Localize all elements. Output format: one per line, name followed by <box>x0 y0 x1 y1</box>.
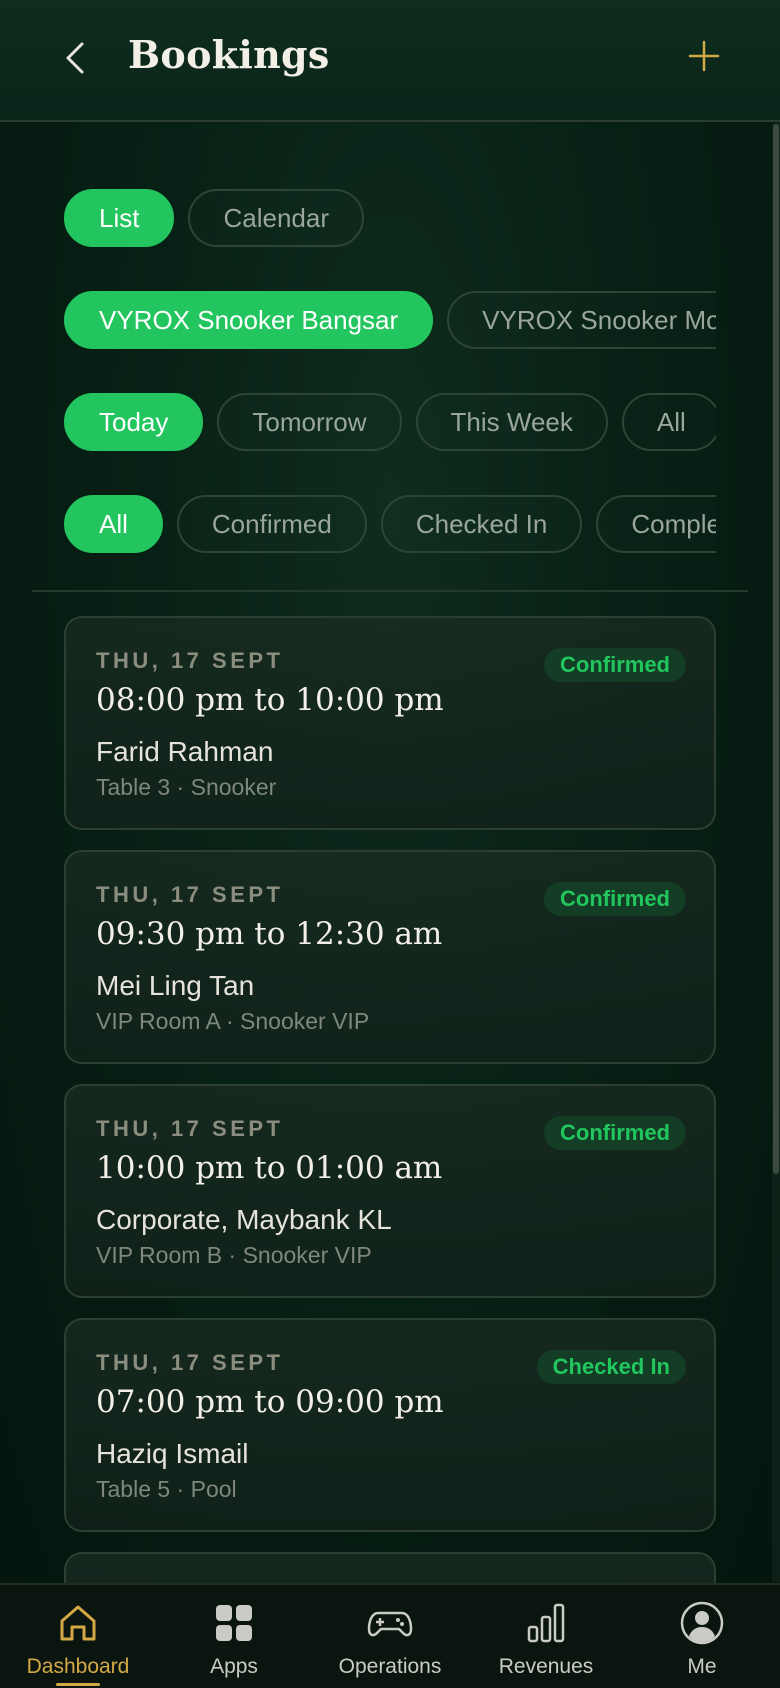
active-indicator <box>56 1683 100 1686</box>
booking-detail: VIP Room B · Snooker VIP <box>96 1242 372 1268</box>
booking-time: 09:30 pm to 12:30 am <box>96 916 443 952</box>
status-badge: Confirmed <box>544 882 686 916</box>
status-badge: Checked In <box>536 1350 686 1384</box>
booking-time: 08:00 pm to 10:00 pm <box>96 682 444 718</box>
back-button[interactable] <box>56 36 96 80</box>
booking-customer: Corporate, Maybank KL <box>96 1204 392 1235</box>
view-list-chip[interactable]: List <box>64 189 175 247</box>
booking-customer: Farid Rahman <box>96 736 274 767</box>
bar-chart-icon <box>527 1603 565 1643</box>
booking-detail: Table 3 · Snooker <box>96 774 277 800</box>
date-chip-tomorrow[interactable]: Tomorrow <box>217 393 402 451</box>
top-bar: Bookings <box>0 0 780 122</box>
venue-chip-bangsar[interactable]: VYROX Snooker Bangsar <box>64 291 434 349</box>
status-chip-checked-in[interactable]: Checked In <box>380 495 583 553</box>
plus-icon <box>688 40 720 72</box>
nav-dashboard[interactable]: Dashboard <box>0 1585 156 1688</box>
date-chip-all[interactable]: All <box>621 393 716 451</box>
booking-card[interactable]: THU, 17 SEPT 09:30 pm to 12:30 am Mei Li… <box>64 850 716 1064</box>
nav-label: Operations <box>338 1655 442 1678</box>
home-icon <box>60 1605 96 1641</box>
venue-filter-row: VYROX Snooker BangsarVYROX Snooker Mont … <box>64 291 716 351</box>
bottom-nav: Dashboard Apps Operations Revenues Me <box>0 1583 780 1688</box>
gamepad-icon <box>367 1611 413 1637</box>
page-title: Bookings <box>128 32 330 77</box>
apps-grid-icon <box>216 1605 252 1641</box>
chevron-left-icon <box>66 42 84 74</box>
nav-label: Revenues <box>498 1655 594 1678</box>
booking-date: THU, 17 SEPT <box>96 1350 284 1375</box>
nav-me[interactable]: Me <box>624 1585 780 1688</box>
status-chip-all[interactable]: All <box>64 495 163 553</box>
booking-detail: Table 5 · Pool <box>96 1476 237 1502</box>
booking-date: THU, 17 SEPT <box>96 882 284 907</box>
user-circle-icon <box>680 1601 724 1645</box>
status-chip-completed[interactable]: Completed <box>596 495 716 553</box>
booking-card[interactable]: THU, 17 SEPT 08:00 pm to 10:00 pm Farid … <box>64 616 716 830</box>
add-booking-button[interactable] <box>686 38 722 74</box>
booking-customer: Haziq Ismail <box>96 1438 249 1469</box>
status-filter-row: AllConfirmedChecked InCompleted <box>64 495 716 555</box>
booking-card[interactable]: THU, 17 SEPT 07:00 pm to 09:00 pm Haziq … <box>64 1318 716 1532</box>
booking-date: THU, 17 SEPT <box>96 648 284 673</box>
status-chip-confirmed[interactable]: Confirmed <box>176 495 367 553</box>
view-calendar-chip[interactable]: Calendar <box>188 189 364 247</box>
booking-customer: Mei Ling Tan <box>96 970 255 1001</box>
nav-apps[interactable]: Apps <box>156 1585 312 1688</box>
booking-detail: VIP Room A · Snooker VIP <box>96 1008 370 1034</box>
status-badge: Confirmed <box>544 648 686 682</box>
nav-label: Apps <box>210 1655 258 1678</box>
nav-label: Me <box>687 1655 717 1678</box>
nav-revenues[interactable]: Revenues <box>468 1585 624 1688</box>
nav-operations[interactable]: Operations <box>312 1585 468 1688</box>
filter-divider <box>32 590 748 592</box>
bookings-screen: Bookings List Calendar VYROX Snooker Bang… <box>0 0 780 1688</box>
booking-time: 07:00 pm to 09:00 pm <box>96 1384 444 1420</box>
date-filter-row: Today Tomorrow This Week All <box>64 393 716 453</box>
view-toggle: List Calendar <box>64 189 716 249</box>
status-badge: Confirmed <box>544 1116 686 1150</box>
date-chip-this-week[interactable]: This Week <box>415 393 608 451</box>
scrollbar-thumb[interactable] <box>773 124 779 1174</box>
venue-chip-second[interactable]: VYROX Snooker Mont Kiara <box>447 291 716 349</box>
nav-label: Dashboard <box>26 1655 130 1678</box>
booking-time: 10:00 pm to 01:00 am <box>96 1150 443 1186</box>
booking-date: THU, 17 SEPT <box>96 1116 284 1141</box>
date-chip-today[interactable]: Today <box>64 393 204 451</box>
booking-card[interactable]: THU, 17 SEPT 10:00 pm to 01:00 am Corpor… <box>64 1084 716 1298</box>
